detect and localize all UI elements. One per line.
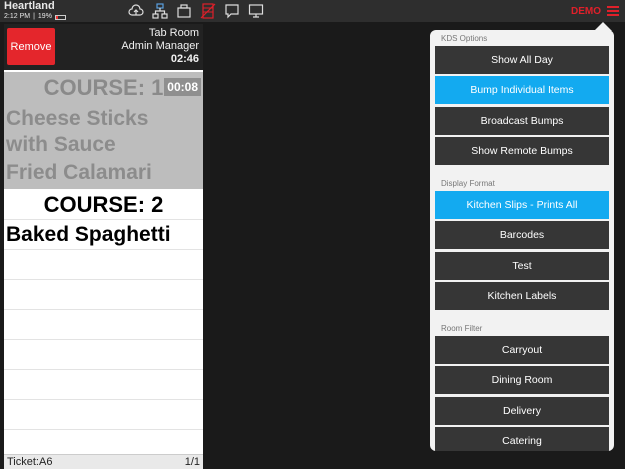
printer-icon[interactable] [176, 3, 192, 19]
course-2-heading: COURSE: 2 [43, 192, 164, 217]
ticket-info: Tab Room Admin Manager 02:46 [121, 27, 199, 66]
ticket-header: Remove Tab Room Admin Manager 02:46 [4, 24, 203, 70]
option-broadcast-bumps[interactable]: Broadcast Bumps [435, 107, 609, 135]
option-kitchen-slips[interactable]: Kitchen Slips - Prints All [435, 191, 609, 219]
remove-button[interactable]: Remove [7, 28, 55, 65]
ruled-line [4, 369, 203, 370]
ruled-line [4, 279, 203, 280]
cloud-upload-icon[interactable] [128, 3, 144, 19]
ruled-line [4, 339, 203, 340]
monitor-icon[interactable] [248, 3, 264, 19]
hamburger-menu-icon[interactable] [607, 6, 619, 16]
ticket-number: Ticket:A6 [7, 456, 53, 468]
section-room-filter: Room Filter [441, 324, 483, 333]
top-bar: Heartland 2:12 PM | 19% DEMO [0, 0, 625, 22]
option-delivery[interactable]: Delivery [435, 397, 609, 425]
option-kitchen-labels[interactable]: Kitchen Labels [435, 282, 609, 310]
option-test[interactable]: Test [435, 252, 609, 280]
option-bump-individual-items[interactable]: Bump Individual Items [435, 76, 609, 104]
battery-icon [54, 14, 66, 20]
status-bar: 2:12 PM | 19% [4, 13, 66, 21]
kitchen-ticket[interactable]: Remove Tab Room Admin Manager 02:46 COUR… [4, 24, 203, 469]
option-barcodes[interactable]: Barcodes [435, 221, 609, 249]
room-name: Tab Room [148, 27, 199, 39]
option-carryout[interactable]: Carryout [435, 336, 609, 364]
network-icon[interactable] [152, 3, 168, 19]
section-display-format: Display Format [441, 179, 495, 188]
item-baked-spaghetti[interactable]: Baked Spaghetti [6, 223, 171, 247]
ruled-line [4, 429, 203, 430]
ticket-footer: Ticket:A6 1/1 [4, 454, 203, 469]
ticket-timer: 02:46 [170, 53, 199, 65]
item-cheese-sticks-line2[interactable]: with Sauce [6, 132, 116, 158]
clock: 2:12 PM [4, 13, 31, 20]
item-cheese-sticks-line1[interactable]: Cheese Sticks [6, 106, 148, 132]
course-1-block[interactable]: COURSE: 1 00:08 Cheese Sticks with Sauce… [4, 72, 203, 189]
battery-percent: 19% [37, 13, 52, 20]
course-1-elapsed: 00:08 [164, 78, 201, 96]
demo-badge: DEMO [571, 6, 601, 17]
brand-logo: Heartland [4, 0, 55, 12]
ruled-line [4, 219, 203, 220]
ruled-line [4, 309, 203, 310]
ruled-line [4, 249, 203, 250]
database-icon[interactable] [200, 3, 216, 19]
chat-icon[interactable] [224, 3, 240, 19]
option-show-remote-bumps[interactable]: Show Remote Bumps [435, 137, 609, 165]
option-dining-room[interactable]: Dining Room [435, 366, 609, 394]
server-name: Admin Manager [121, 40, 199, 52]
page-indicator: 1/1 [184, 456, 200, 468]
separator: | [33, 13, 35, 20]
ruled-line [4, 399, 203, 400]
section-kds-options: KDS Options [441, 34, 488, 43]
option-catering[interactable]: Catering [435, 427, 609, 451]
kds-options-popover: KDS Options Show All Day Bump Individual… [430, 30, 614, 451]
option-show-all-day[interactable]: Show All Day [435, 46, 609, 74]
item-fried-calamari[interactable]: Fried Calamari [6, 160, 152, 186]
